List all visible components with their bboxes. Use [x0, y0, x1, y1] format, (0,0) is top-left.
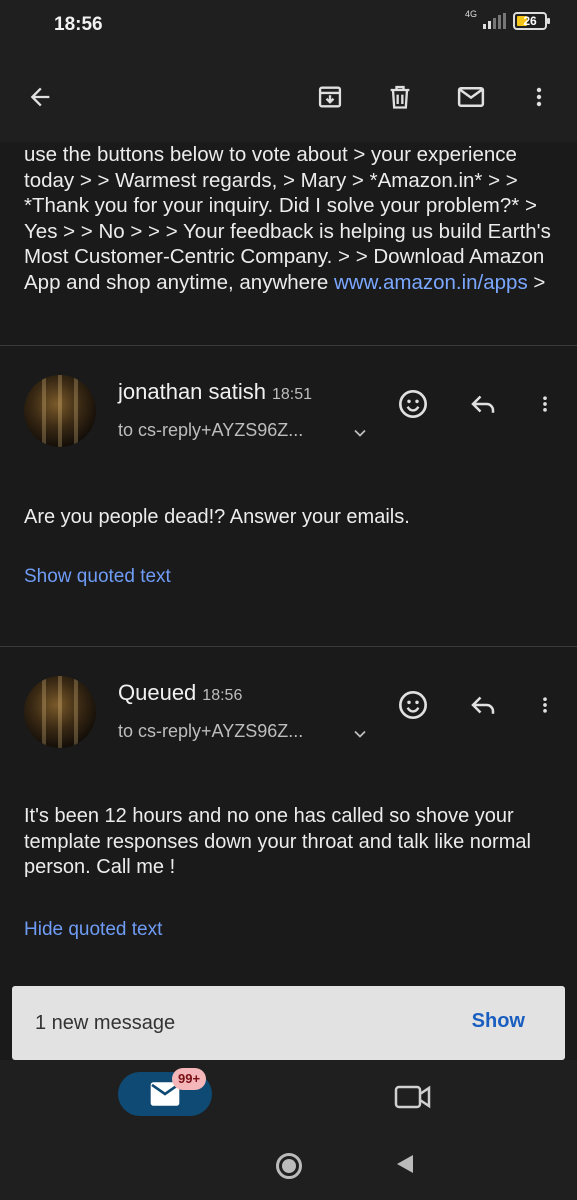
message-divider: [0, 646, 577, 647]
archive-icon: [318, 86, 342, 108]
archive-button[interactable]: [307, 74, 353, 120]
snackbar-message: 1 new message: [35, 1012, 176, 1034]
quoted-text-tail: >: [527, 270, 546, 294]
back-button[interactable]: [17, 74, 63, 120]
new-message-snackbar: 1 new message Show: [12, 986, 565, 1060]
reply-button[interactable]: [463, 685, 503, 725]
battery-icon: 26: [513, 12, 550, 30]
emoji-icon: [399, 691, 427, 719]
recipient-line[interactable]: to cs-reply+AYZS96Z...: [118, 420, 303, 441]
sender-name: jonathan satish 18:51: [118, 379, 313, 404]
more-vert-icon: [543, 396, 547, 412]
recipient-line[interactable]: to cs-reply+AYZS96Z...: [118, 721, 303, 742]
video-camera-icon[interactable]: [393, 1082, 433, 1112]
reply-icon: [471, 696, 495, 714]
home-button[interactable]: [276, 1153, 302, 1179]
system-navigation-bar: [0, 1135, 577, 1200]
message-body: It's been 12 hours and no one has called…: [24, 805, 531, 878]
more-vert-icon: [536, 87, 542, 107]
show-new-message-button[interactable]: Show: [472, 1010, 525, 1033]
arrow-back-icon: [30, 87, 50, 107]
message-more-button[interactable]: [525, 384, 565, 424]
more-options-button[interactable]: [516, 74, 562, 120]
status-time: 18:56: [54, 14, 103, 35]
status-bar: 18:56 4G 26: [0, 0, 577, 50]
email-toolbar: [0, 50, 577, 142]
unread-count-badge: 99+: [172, 1068, 207, 1090]
message-body: Are you people dead!? Answer your emails…: [24, 506, 410, 528]
status-icons: 4G 26: [464, 9, 550, 30]
sender-name: Queued 18:56: [118, 680, 243, 705]
bottom-navigation: 99+: [0, 1060, 577, 1135]
emoji-icon: [399, 390, 427, 418]
email-thread[interactable]: use the buttons below to vote about > yo…: [0, 142, 577, 986]
mark-unread-button[interactable]: [448, 74, 494, 120]
system-back-button[interactable]: [397, 1155, 413, 1173]
reply-button[interactable]: [463, 384, 503, 424]
more-vert-icon: [543, 697, 547, 713]
reply-icon: [471, 395, 495, 413]
message-time: 18:56: [202, 687, 243, 704]
message-more-button[interactable]: [525, 685, 565, 725]
quoted-text-block: use the buttons below to vote about > yo…: [24, 142, 564, 295]
signal-icon: [483, 13, 506, 29]
show-quoted-text-link[interactable]: Show quoted text: [24, 566, 171, 588]
amazon-apps-link[interactable]: www.amazon.in/apps: [334, 271, 528, 294]
trash-icon: [390, 85, 410, 109]
message-divider: [0, 345, 577, 346]
battery-level: 26: [523, 14, 537, 28]
mail-icon: [457, 87, 485, 107]
react-emoji-button[interactable]: [393, 685, 433, 725]
hide-quoted-text-link[interactable]: Hide quoted text: [24, 919, 162, 941]
network-type-label: 4G: [464, 9, 477, 19]
message-time: 18:51: [272, 386, 313, 403]
chevron-down-icon[interactable]: [353, 426, 367, 440]
chevron-down-icon[interactable]: [353, 727, 367, 741]
avatar[interactable]: [24, 375, 96, 447]
delete-button[interactable]: [377, 74, 423, 120]
react-emoji-button[interactable]: [393, 384, 433, 424]
avatar[interactable]: [24, 676, 96, 748]
